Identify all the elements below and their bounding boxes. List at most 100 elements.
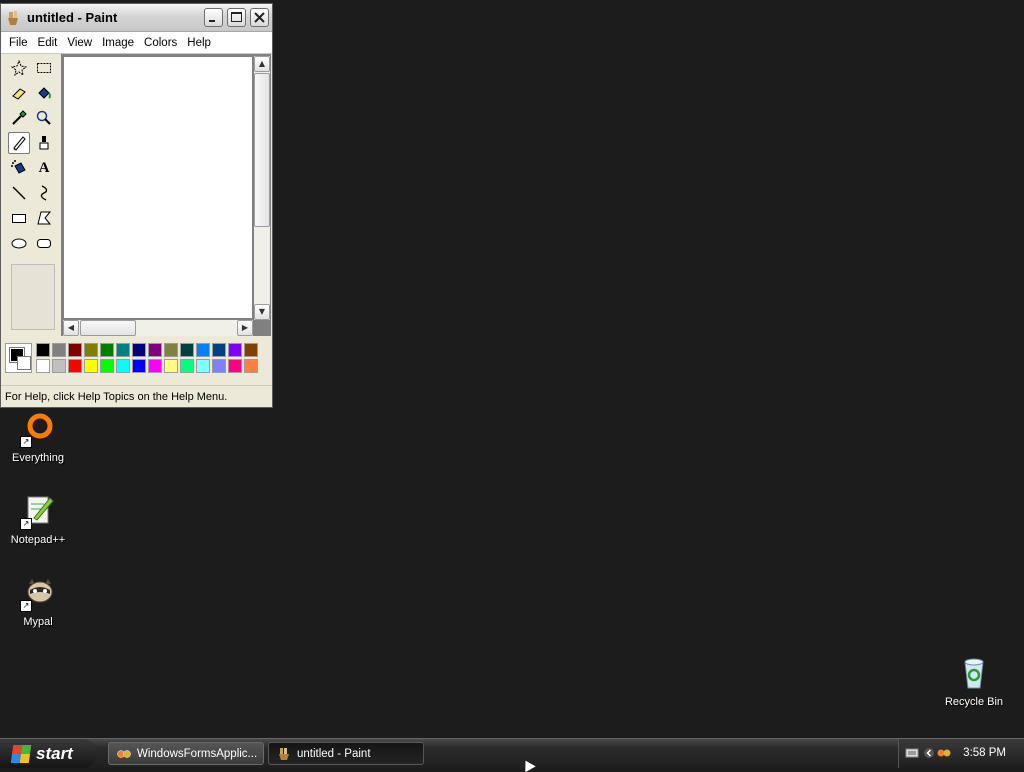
scroll-down-button[interactable]: ▼ <box>254 304 270 320</box>
text-icon[interactable]: A <box>33 157 55 179</box>
horizontal-scrollbar[interactable]: ◀ ▶ <box>63 320 253 336</box>
menu-colors[interactable]: Colors <box>139 37 182 49</box>
keyboard-icon[interactable] <box>905 747 919 759</box>
menu-file[interactable]: File <box>4 37 33 49</box>
color-swatch[interactable] <box>212 343 226 357</box>
color-swatch[interactable] <box>228 359 242 373</box>
chevron-left-icon[interactable] <box>923 747 937 759</box>
color-swatch[interactable] <box>52 343 66 357</box>
desktop-icon-recycle-bin[interactable]: Recycle Bin <box>934 656 1014 708</box>
desktop-icon-mypal[interactable]: ↗ Mypal <box>0 576 78 628</box>
color-swatch[interactable] <box>180 359 194 373</box>
recycle-bin-icon <box>956 656 992 692</box>
color-swatch[interactable] <box>52 359 66 373</box>
menu-help[interactable]: Help <box>182 37 216 49</box>
start-button[interactable]: start <box>0 739 96 768</box>
select-icon[interactable] <box>33 57 55 79</box>
color-swatch[interactable] <box>164 343 178 357</box>
color-swatch[interactable] <box>116 359 130 373</box>
window-title: untitled - Paint <box>27 10 118 25</box>
color-swatch[interactable] <box>244 343 258 357</box>
polygon-icon[interactable] <box>33 207 55 229</box>
ellipse-icon[interactable] <box>8 232 30 254</box>
color-swatch[interactable] <box>148 359 162 373</box>
taskbar: start WindowsFormsApplic... untitled - P… <box>0 738 1024 768</box>
color-swatch[interactable] <box>196 359 210 373</box>
color-swatch[interactable] <box>228 343 242 357</box>
taskbar-button-paint[interactable]: untitled - Paint <box>268 742 424 765</box>
color-swatch[interactable] <box>84 359 98 373</box>
title-bar[interactable]: untitled - Paint <box>1 4 272 32</box>
color-swatch[interactable] <box>84 343 98 357</box>
scroll-left-button[interactable]: ◀ <box>63 320 79 336</box>
desktop-icon-everything[interactable]: ↗ Everything <box>0 412 78 464</box>
system-tray: 3:58 PM <box>898 739 1024 768</box>
desktop-icon-label: Mypal <box>23 616 53 628</box>
paint-icon <box>7 10 19 26</box>
color-swatch[interactable] <box>212 359 226 373</box>
paint-window[interactable]: untitled - Paint File Edit View Image Co… <box>0 3 273 408</box>
line-icon[interactable] <box>8 182 30 204</box>
canvas-area: ▲ ▼ ◀ ▶ <box>61 54 271 336</box>
magnifier-icon[interactable] <box>33 107 55 129</box>
current-colors[interactable] <box>5 343 32 373</box>
pick-color-icon[interactable] <box>8 107 30 129</box>
menu-view[interactable]: View <box>62 37 97 49</box>
scroll-right-button[interactable]: ▶ <box>237 320 253 336</box>
pencil-icon[interactable] <box>8 132 30 154</box>
everything-icon: ↗ <box>20 412 56 448</box>
brush-icon[interactable] <box>33 132 55 154</box>
color-swatch[interactable] <box>132 359 146 373</box>
tray-app-icon[interactable] <box>937 747 951 759</box>
background-color <box>17 356 31 370</box>
taskbar-button-label: untitled - Paint <box>297 747 371 760</box>
free-form-select-icon[interactable] <box>8 57 30 79</box>
color-swatch[interactable] <box>100 343 114 357</box>
desktop-icon-notepad-plus-plus[interactable]: ↗ Notepad++ <box>0 494 78 546</box>
color-swatch[interactable] <box>68 343 82 357</box>
vertical-scroll-thumb[interactable] <box>254 73 270 227</box>
horizontal-scroll-thumb[interactable] <box>80 320 136 336</box>
taskbar-button-label: WindowsFormsApplic... <box>137 747 258 760</box>
color-swatch[interactable] <box>180 343 194 357</box>
windows-forms-app-icon <box>117 747 131 761</box>
eraser-icon[interactable] <box>8 82 30 104</box>
color-swatch[interactable] <box>244 359 258 373</box>
close-button[interactable] <box>250 8 269 27</box>
curve-icon[interactable] <box>33 182 55 204</box>
fill-icon[interactable] <box>33 82 55 104</box>
color-swatch[interactable] <box>164 359 178 373</box>
desktop-icon-label: Recycle Bin <box>944 696 1004 708</box>
tool-options-box[interactable] <box>11 264 55 330</box>
clock[interactable]: 3:58 PM <box>963 747 1006 759</box>
color-swatch[interactable] <box>116 343 130 357</box>
paint-icon <box>277 747 291 761</box>
drawing-canvas[interactable] <box>64 57 252 318</box>
menu-edit[interactable]: Edit <box>33 37 63 49</box>
windows-logo-icon <box>10 744 32 763</box>
minimize-button[interactable] <box>204 8 223 27</box>
rounded-rectangle-icon[interactable] <box>33 232 55 254</box>
scroll-up-button[interactable]: ▲ <box>254 56 270 72</box>
color-palette <box>5 341 267 379</box>
menu-bar: File Edit View Image Colors Help <box>1 32 272 54</box>
color-swatch[interactable] <box>100 359 114 373</box>
color-swatch[interactable] <box>36 359 50 373</box>
color-swatch[interactable] <box>132 343 146 357</box>
mypal-icon: ↗ <box>20 576 56 612</box>
vertical-scrollbar[interactable]: ▲ ▼ <box>254 56 270 320</box>
desktop-icon-label: Everything <box>12 452 64 464</box>
taskbar-button-windowsforms[interactable]: WindowsFormsApplic... <box>108 742 264 765</box>
color-swatch[interactable] <box>68 359 82 373</box>
color-swatch[interactable] <box>148 343 162 357</box>
toolbox: A <box>5 56 59 334</box>
airbrush-icon[interactable] <box>8 157 30 179</box>
color-swatch[interactable] <box>196 343 210 357</box>
menu-image[interactable]: Image <box>97 37 139 49</box>
desktop-icon-label: Notepad++ <box>10 534 66 546</box>
color-swatch[interactable] <box>36 343 50 357</box>
maximize-button[interactable] <box>227 8 246 27</box>
rectangle-icon[interactable] <box>8 207 30 229</box>
notepad-plus-plus-icon: ↗ <box>20 494 56 530</box>
status-bar: For Help, click Help Topics on the Help … <box>1 385 272 407</box>
